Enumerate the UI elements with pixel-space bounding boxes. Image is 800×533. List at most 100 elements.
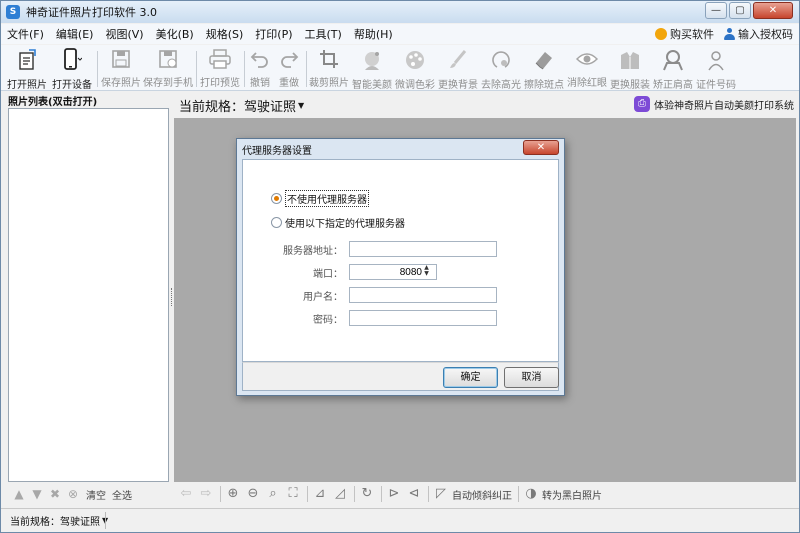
status-divider — [105, 512, 106, 529]
menu-print[interactable]: 打印(P) — [249, 26, 298, 42]
save-photo-label: 保存照片 — [101, 78, 141, 89]
flip-horizontal-icon[interactable]: ⊳ — [386, 486, 402, 502]
correct-shoulder-label: 矫正肩高 — [653, 80, 693, 91]
auto-tilt-button[interactable]: 自动倾斜纠正 — [452, 487, 512, 502]
crop-photo-button[interactable]: 裁剪照片 — [309, 47, 349, 89]
zoom-out-icon[interactable]: ⊖ — [245, 486, 261, 502]
separator — [518, 486, 519, 502]
use-proxy-option[interactable]: 使用以下指定的代理服务器 — [271, 215, 405, 230]
fine-tune-color-button[interactable]: 微调色彩 — [395, 47, 435, 91]
dialog-close-button[interactable]: ✕ — [523, 140, 559, 155]
menu-right: 购买软件 输入授权码 — [645, 26, 793, 42]
buy-software-link[interactable]: 购买软件 — [655, 26, 714, 42]
clear-button[interactable]: 清空 — [86, 487, 106, 502]
fullscreen-icon[interactable]: ⛶ — [285, 486, 301, 502]
server-address-row: 服务器地址： — [243, 241, 560, 257]
change-background-button[interactable]: 更换背景 — [438, 47, 478, 91]
smart-beauty-button[interactable]: 智能美颜 — [352, 47, 392, 91]
separator — [307, 486, 308, 502]
chevron-down-icon[interactable]: ▼ — [298, 101, 304, 110]
print-preview-button[interactable]: 打印预览 — [200, 47, 240, 89]
menu-edit[interactable]: 编辑(E) — [50, 26, 100, 42]
ok-button[interactable]: 确定 — [443, 367, 498, 388]
save-photo-button[interactable]: 保存照片 — [101, 47, 141, 89]
remove-highlight-button[interactable]: 去除高光 — [481, 47, 521, 91]
remove-red-eye-label: 消除红眼 — [567, 78, 607, 89]
delete-icon[interactable]: ✖ — [48, 487, 62, 501]
open-photo-icon — [16, 49, 38, 71]
erase-spots-label: 擦除斑点 — [524, 80, 564, 91]
menu-spec[interactable]: 规格(S) — [200, 26, 250, 42]
zoom-in-icon[interactable]: ⊕ — [225, 486, 241, 502]
edit-toolbar: ⇦ ⇨ ⊕ ⊖ ⌕ ⛶ ⊿ ◿ ↻ ⊳ ⊲ ◸ 自动倾斜纠正 ◑ 转为黑白照片 — [174, 483, 796, 505]
refresh-icon[interactable]: ↻ — [359, 486, 375, 502]
menu-file[interactable]: 文件(F) — [1, 26, 50, 42]
enter-license-link[interactable]: 输入授权码 — [724, 26, 793, 42]
grayscale-button[interactable]: 转为黑白照片 — [542, 487, 602, 502]
menu-help[interactable]: 帮助(H) — [348, 26, 399, 42]
flip-vertical-icon[interactable]: ⊲ — [406, 486, 422, 502]
dialog-footer: 确定 取消 — [242, 362, 559, 391]
proxy-settings-dialog: 代理服务器设置 ✕ 不使用代理服务器 使用以下指定的代理服务器 服务器地址： 端… — [236, 138, 565, 396]
password-input[interactable] — [349, 310, 497, 326]
menu-beautify[interactable]: 美化(B) — [150, 26, 200, 42]
arrow-right-icon[interactable]: ⇨ — [198, 486, 214, 502]
window-controls: — ▢ ✕ — [703, 2, 793, 19]
palette-icon — [404, 49, 426, 71]
id-number-button[interactable]: 证件号码 — [696, 47, 736, 91]
separator — [428, 486, 429, 502]
fine-tune-color-label: 微调色彩 — [395, 80, 435, 91]
arrow-left-icon[interactable]: ⇦ — [178, 486, 194, 502]
status-spec[interactable]: 当前规格：驾驶证照 — [10, 513, 100, 528]
move-down-icon[interactable]: ▼ — [30, 487, 44, 501]
toolbar-separator — [306, 51, 307, 87]
zoom-fit-icon[interactable]: ⌕ — [265, 486, 281, 502]
radio-selected-icon[interactable] — [271, 193, 282, 204]
undo-button[interactable]: 撤销 — [247, 47, 273, 89]
username-input[interactable] — [349, 287, 497, 303]
cancel-button[interactable]: 取消 — [504, 367, 559, 388]
remove-circle-icon[interactable]: ⊗ — [66, 487, 80, 501]
printer-promo-icon: ⎙ — [634, 96, 650, 112]
promo-link[interactable]: ⎙ 体验神奇照片自动美颜打印系统 — [634, 96, 794, 112]
correct-shoulder-button[interactable]: 矫正肩高 — [653, 47, 693, 91]
select-all-button[interactable]: 全选 — [112, 487, 132, 502]
open-device-button[interactable]: 打开设备 — [52, 47, 92, 91]
save-to-phone-button[interactable]: 保存到手机 — [143, 47, 193, 89]
buy-label: 购买软件 — [670, 28, 714, 41]
menu-bar: 文件(F) 编辑(E) 视图(V) 美化(B) 规格(S) 打印(P) 工具(T… — [1, 24, 799, 44]
toolbar-separator — [97, 51, 98, 87]
phone-device-icon — [61, 48, 83, 71]
password-label: 密码： — [313, 314, 343, 326]
port-row: 端口： ▲▼ — [243, 264, 560, 280]
spec-header: 当前规格： 驾驶证照 ▼ ⎙ 体验神奇照片自动美颜打印系统 — [174, 93, 796, 117]
move-up-icon[interactable]: ▲ — [12, 487, 26, 501]
rotate-right-icon[interactable]: ◿ — [332, 486, 348, 502]
current-spec-prefix: 当前规格： — [179, 99, 245, 115]
erase-spots-button[interactable]: 擦除斑点 — [524, 47, 564, 91]
photo-list-header: 照片列表(双击打开) — [8, 97, 98, 108]
dialog-title: 代理服务器设置 — [242, 145, 312, 157]
username-row: 用户名： — [243, 287, 560, 303]
remove-red-eye-button[interactable]: 消除红眼 — [567, 47, 607, 89]
redo-button[interactable]: 重做 — [276, 47, 302, 89]
current-spec-dropdown[interactable]: 驾驶证照 — [244, 96, 296, 115]
rotate-left-icon[interactable]: ⊿ — [312, 486, 328, 502]
change-clothes-button[interactable]: 更换服装 — [610, 47, 650, 91]
port-spinner[interactable]: ▲ ▼ — [422, 265, 431, 278]
menu-tools[interactable]: 工具(T) — [299, 26, 348, 42]
id-number-label: 证件号码 — [696, 80, 736, 91]
username-label: 用户名： — [303, 291, 343, 303]
menu-view[interactable]: 视图(V) — [99, 26, 149, 42]
maximize-button[interactable]: ▢ — [729, 2, 751, 19]
photo-list[interactable] — [8, 108, 169, 482]
minimize-button[interactable]: — — [705, 2, 727, 19]
open-photo-label: 打开照片 — [7, 80, 47, 91]
radio-unselected-icon[interactable] — [271, 217, 282, 228]
close-button[interactable]: ✕ — [753, 2, 793, 19]
open-photo-button[interactable]: 打开照片 — [7, 47, 47, 91]
grayscale-icon: ◑ — [525, 486, 537, 501]
save-to-phone-label: 保存到手机 — [143, 78, 193, 89]
no-proxy-option[interactable]: 不使用代理服务器 — [271, 190, 369, 207]
server-address-input[interactable] — [349, 241, 497, 257]
